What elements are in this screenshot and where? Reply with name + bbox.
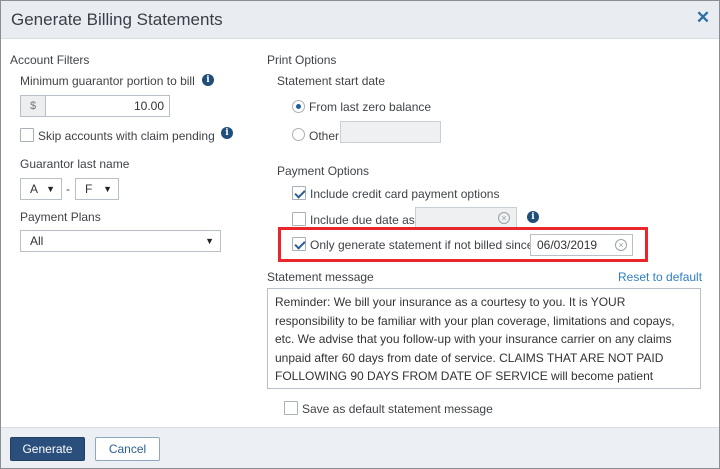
info-icon[interactable]: i xyxy=(202,74,214,86)
cancel-button[interactable]: Cancel xyxy=(95,437,160,461)
print-options-heading: Print Options xyxy=(267,53,337,67)
dialog-footer: Generate Cancel xyxy=(1,427,719,468)
statement-message-textarea[interactable]: Reminder: We bill your insurance as a co… xyxy=(267,288,701,389)
currency-addon: $ xyxy=(20,95,46,117)
other-label: Other xyxy=(309,129,340,143)
only-generate-checkbox[interactable] xyxy=(292,237,306,251)
skip-claim-checkbox[interactable] xyxy=(20,128,34,142)
radio-other[interactable] xyxy=(292,128,305,141)
generate-button[interactable]: Generate xyxy=(10,437,85,461)
save-default-checkbox[interactable] xyxy=(284,401,298,415)
generate-billing-statements-dialog: Generate Billing Statements ✕ Account Fi… xyxy=(0,0,720,469)
last-name-separator: - xyxy=(66,182,70,196)
other-date-input[interactable] xyxy=(340,121,441,143)
info-icon[interactable]: i xyxy=(221,127,233,139)
clear-icon[interactable]: × xyxy=(615,239,627,251)
payment-plans-label: Payment Plans xyxy=(20,210,101,224)
clear-icon[interactable]: × xyxy=(498,212,510,224)
payment-plans-value: All xyxy=(30,234,44,248)
statement-start-date-label: Statement start date xyxy=(277,74,386,88)
skip-claim-label: Skip accounts with claim pending xyxy=(38,129,215,143)
radio-from-zero-balance[interactable] xyxy=(292,100,305,113)
min-portion-label: Minimum guarantor portion to bill xyxy=(20,74,195,88)
last-name-to-select[interactable]: F ▼ xyxy=(75,178,119,200)
account-filters-heading: Account Filters xyxy=(10,53,90,67)
dialog-title: Generate Billing Statements xyxy=(11,10,223,29)
last-name-from-value: A xyxy=(30,182,39,196)
include-cc-label: Include credit card payment options xyxy=(310,187,500,201)
chevron-down-icon: ▼ xyxy=(103,184,112,194)
payment-plans-select[interactable]: All ▼ xyxy=(20,230,221,252)
reset-to-default-link[interactable]: Reset to default xyxy=(618,270,702,284)
include-cc-checkbox[interactable] xyxy=(292,186,306,200)
info-icon[interactable]: i xyxy=(527,211,539,223)
close-icon[interactable]: ✕ xyxy=(695,9,711,26)
only-generate-label: Only generate statement if not billed si… xyxy=(310,238,534,252)
include-due-label: Include due date as xyxy=(310,213,415,227)
statement-message-label: Statement message xyxy=(267,270,374,284)
last-name-label: Guarantor last name xyxy=(20,157,130,171)
include-due-checkbox[interactable] xyxy=(292,212,306,226)
dialog-titlebar: Generate Billing Statements ✕ xyxy=(1,1,719,39)
from-zero-balance-label: From last zero balance xyxy=(309,100,432,114)
chevron-down-icon: ▼ xyxy=(205,236,214,246)
chevron-down-icon: ▼ xyxy=(46,184,55,194)
min-portion-input[interactable] xyxy=(45,95,170,117)
last-name-from-select[interactable]: A ▼ xyxy=(20,178,62,200)
last-name-to-value: F xyxy=(85,182,93,196)
save-default-label: Save as default statement message xyxy=(302,402,493,416)
payment-options-label: Payment Options xyxy=(277,164,370,178)
